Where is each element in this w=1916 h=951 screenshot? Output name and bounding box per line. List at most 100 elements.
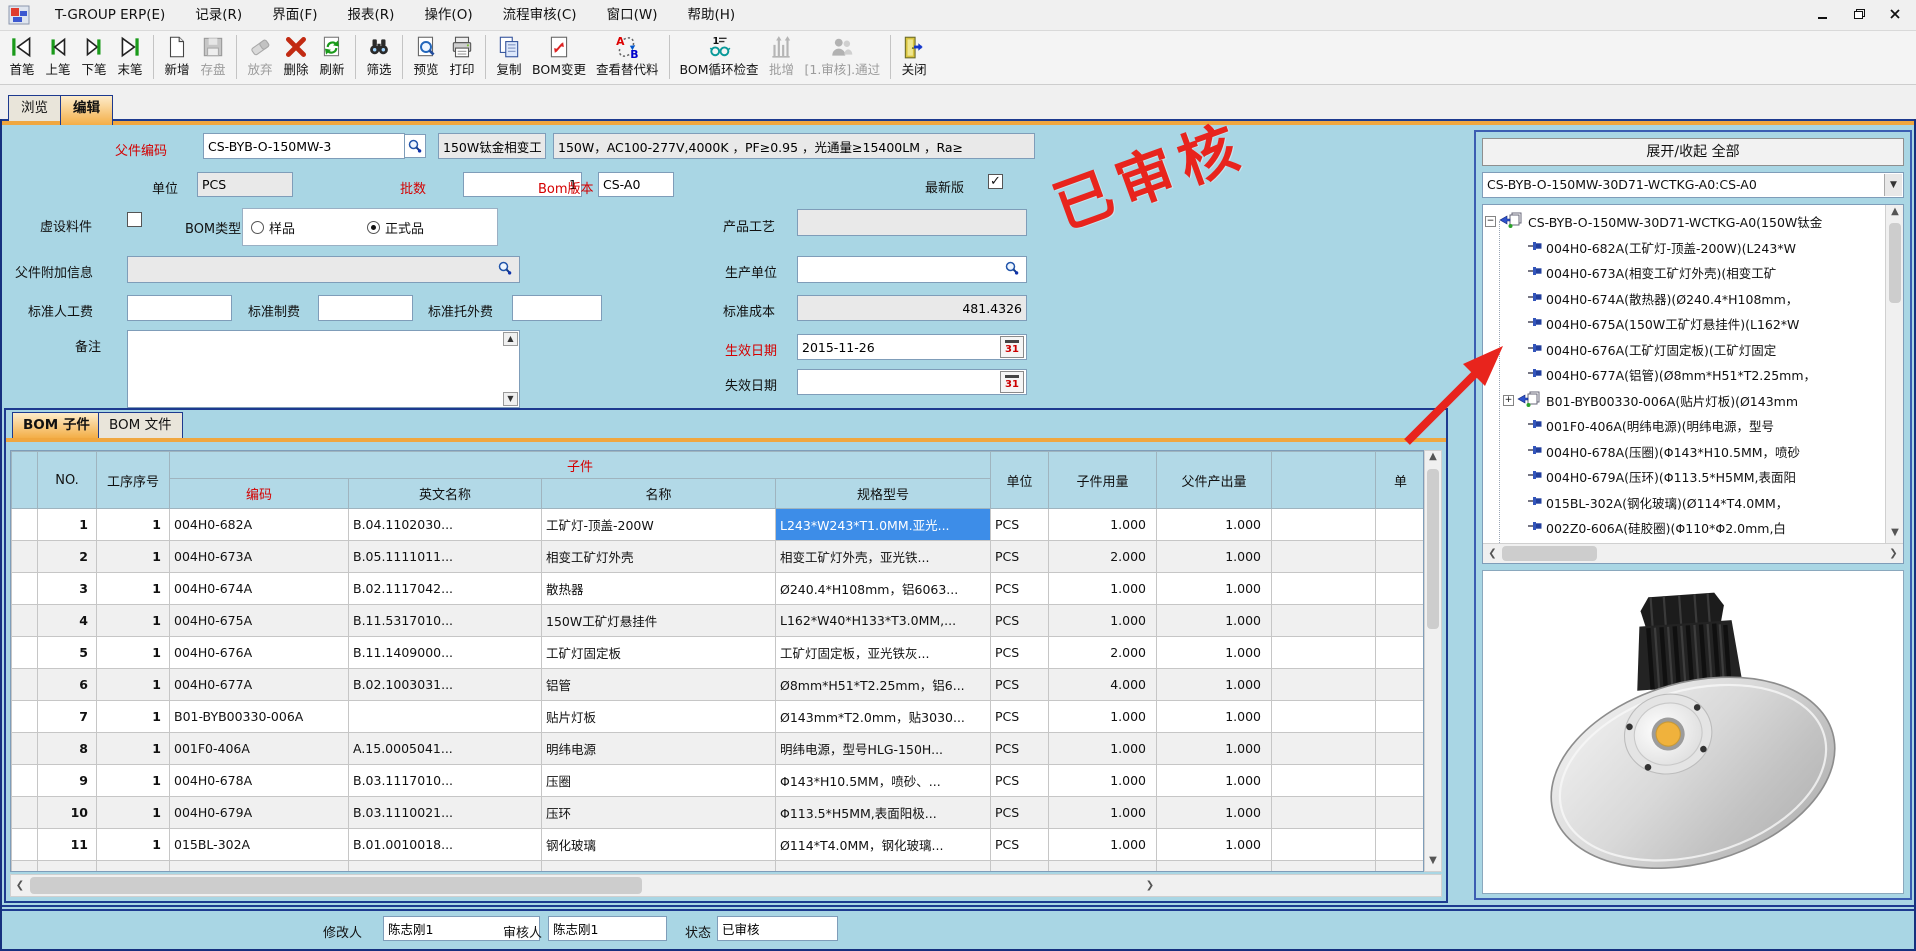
col-no[interactable]: NO. [38, 452, 97, 509]
row-selector-cell[interactable] [12, 829, 38, 861]
tree-scroll-up-icon[interactable]: ▲ [1887, 206, 1903, 221]
row-selector-cell[interactable] [12, 573, 38, 605]
parent-extra-field[interactable] [127, 256, 520, 283]
table-row[interactable]: 111015BL-302AB.01.0010018...钢化玻璃Ø114*T4.… [12, 829, 1425, 861]
tree-hscroll-thumb[interactable] [1502, 546, 1597, 561]
parent-code-field[interactable] [203, 133, 405, 159]
tree-scroll-down-icon[interactable]: ▼ [1887, 527, 1903, 542]
table-row[interactable]: 121002Z0-606AB.12.0540000...硅胶圈Φ110*Φ2.0… [12, 861, 1425, 873]
cell-spec[interactable]: Φ110*Φ2.0mm,白色硅胶... [776, 861, 991, 873]
latest-checkbox[interactable]: ✓ [988, 174, 1003, 189]
toolbar-bom-change-button[interactable]: BOM变更 [527, 33, 591, 79]
tree-expand-icon[interactable]: + [1503, 395, 1514, 406]
table-vscrollbar[interactable]: ▲ ▼ [1424, 450, 1442, 872]
tree-item-11[interactable]: 002Z0-606A(硅胶圈)(Φ110*Φ2.0mm,白 [1527, 515, 1904, 540]
row-selector-cell[interactable] [12, 701, 38, 733]
parent-code-search-icon[interactable] [404, 134, 426, 158]
expire-calendar-icon[interactable]: 31 [1000, 371, 1024, 393]
cell-spec[interactable]: 明纬电源，型号HLG-150H... [776, 733, 991, 765]
menu-item-7[interactable]: 帮助(H) [672, 0, 750, 30]
table-row[interactable]: 91004H0-678AB.03.1117010...压圈Φ143*H10.5M… [12, 765, 1425, 797]
parent-name-field[interactable] [438, 133, 546, 159]
tree-item-1[interactable]: 004H0-673A(相变工矿灯外壳)(相变工矿 [1527, 260, 1904, 285]
toolbar-substitute-button[interactable]: AB查看替代料 [591, 33, 664, 79]
remark-scroll-up-icon[interactable]: ▲ [503, 332, 518, 346]
menu-item-6[interactable]: 窗口(W) [592, 0, 673, 30]
toolbar-close-door-button[interactable]: 关闭 [896, 33, 932, 79]
tab-bom-files[interactable]: BOM 文件 [98, 412, 183, 438]
tab-browse[interactable]: 浏览 [8, 95, 61, 121]
table-vscroll-thumb[interactable] [1427, 469, 1439, 629]
col-seq[interactable]: 工序序号 [97, 452, 170, 509]
remark-scroll-down-icon[interactable]: ▼ [503, 392, 518, 406]
radio-formal[interactable] [367, 221, 380, 234]
col-spec[interactable]: 规格型号 [776, 479, 991, 509]
tree-item-2[interactable]: 004H0-674A(散热器)(Ø240.4*H108mm， [1527, 286, 1904, 311]
tree-item-9[interactable]: 004H0-679A(压环)(Φ113.5*H5MM,表面阳 [1527, 464, 1904, 489]
tab-bom-children[interactable]: BOM 子件 [12, 412, 101, 438]
table-row[interactable]: 61004H0-677AB.02.1003031...铝管Ø8mm*H51*T2… [12, 669, 1425, 701]
virtual-checkbox[interactable] [127, 212, 142, 227]
row-selector-cell[interactable] [12, 765, 38, 797]
tree-item-8[interactable]: 004H0-678A(压圈)(Φ143*H10.5MM，喷砂 [1527, 439, 1904, 464]
tree-hscrollbar[interactable]: ❮ ❯ [1483, 543, 1903, 563]
bom-version-dropdown[interactable]: CS-BYB-O-150MW-30D71-WCTKG-A0:CS-A0 ▼ [1482, 172, 1904, 198]
parent-spec-field[interactable] [553, 133, 1035, 159]
tree-vscrollbar[interactable]: ▲ ▼ [1885, 205, 1903, 543]
table-row[interactable]: 31004H0-674AB.02.1117042...散热器Ø240.4*H10… [12, 573, 1425, 605]
table-row[interactable]: 51004H0-676AB.11.1409000...工矿灯固定板工矿灯固定板，… [12, 637, 1425, 669]
table-scroll-right-icon[interactable]: ❯ [1141, 875, 1159, 896]
tree-scroll-left-icon[interactable]: ❮ [1484, 544, 1501, 563]
table-scroll-down-icon[interactable]: ▼ [1425, 855, 1441, 871]
std-mfg-field[interactable] [318, 295, 413, 321]
tree-item-10[interactable]: 015BL-302A(钢化玻璃)(Ø114*T4.0MM， [1527, 490, 1904, 515]
cell-spec[interactable]: Φ143*H10.5MM，喷砂、... [776, 765, 991, 797]
bom-version-field[interactable] [598, 172, 674, 197]
toolbar-refresh-button[interactable]: 刷新 [314, 33, 350, 79]
cell-spec[interactable]: L162*W40*H133*T3.0MM,... [776, 605, 991, 637]
cell-spec[interactable]: Ø240.4*H108mm，铝6063... [776, 573, 991, 605]
table-row[interactable]: 21004H0-673AB.05.1111011...相变工矿灯外壳相变工矿灯外… [12, 541, 1425, 573]
col-en-name[interactable]: 英文名称 [349, 479, 542, 509]
row-selector-cell[interactable] [12, 861, 38, 873]
cell-spec[interactable]: Ø8mm*H51*T2.25mm，铝6... [776, 669, 991, 701]
menu-item-3[interactable]: 报表(R) [333, 0, 410, 30]
table-row[interactable]: 11004H0-682AB.04.1102030...工矿灯-顶盖-200WL2… [12, 509, 1425, 541]
toolbar-delete-button[interactable]: 删除 [278, 33, 314, 79]
effective-field[interactable] [797, 334, 1027, 360]
table-row[interactable]: 81001F0-406AA.15.0005041...明纬电源明纬电源，型号HL… [12, 733, 1425, 765]
toolbar-nav-prev-button[interactable]: 上笔 [40, 33, 76, 79]
table-hscroll-thumb[interactable] [30, 877, 642, 894]
col-code[interactable]: 编码 [170, 479, 349, 509]
radio-sample[interactable] [251, 221, 264, 234]
toolbar-print-button[interactable]: 打印 [444, 33, 480, 79]
row-selector-cell[interactable] [12, 669, 38, 701]
tree-root[interactable]: −CS-BYB-O-150MW-30D71-WCTKG-A0(150W钛金 [1485, 209, 1904, 234]
prod-unit-search-icon[interactable] [1004, 260, 1022, 278]
auditor-field[interactable] [548, 916, 667, 941]
parent-extra-search-icon[interactable] [497, 260, 515, 278]
row-selector-cell[interactable] [12, 509, 38, 541]
menu-item-2[interactable]: 界面(F) [257, 0, 332, 30]
table-scroll-left-icon[interactable]: ❮ [11, 875, 29, 896]
status-field[interactable] [717, 916, 838, 941]
cell-spec[interactable]: 相变工矿灯外壳，亚光铁... [776, 541, 991, 573]
row-selector-cell[interactable] [12, 637, 38, 669]
tab-edit[interactable]: 编辑 [60, 95, 113, 125]
std-labor-field[interactable] [127, 295, 232, 321]
std-out-field[interactable] [512, 295, 602, 321]
cell-spec[interactable]: Ø114*T4.0MM，钢化玻璃... [776, 829, 991, 861]
tree-vscroll-thumb[interactable] [1889, 223, 1901, 303]
remark-field[interactable] [127, 330, 520, 408]
toolbar-bom-loop-button[interactable]: 1BOM循环检查 [675, 33, 764, 79]
tree-item-5[interactable]: 004H0-677A(铝管)(Ø8mm*H51*T2.25mm， [1527, 362, 1904, 387]
tree-expand-icon[interactable]: − [1485, 216, 1496, 227]
toolbar-new-doc-button[interactable]: 新增 [159, 33, 195, 79]
table-hscrollbar[interactable]: ❮ ❯ [10, 874, 1442, 897]
col-name[interactable]: 名称 [542, 479, 776, 509]
dropdown-arrow-icon[interactable]: ▼ [1884, 174, 1902, 196]
row-selector-cell[interactable] [12, 797, 38, 829]
process-field[interactable] [797, 209, 1027, 236]
col-unit[interactable]: 单位 [991, 452, 1049, 509]
tree-item-6[interactable]: +B01-BYB00330-006A(贴片灯板)(Ø143mm [1503, 388, 1904, 413]
